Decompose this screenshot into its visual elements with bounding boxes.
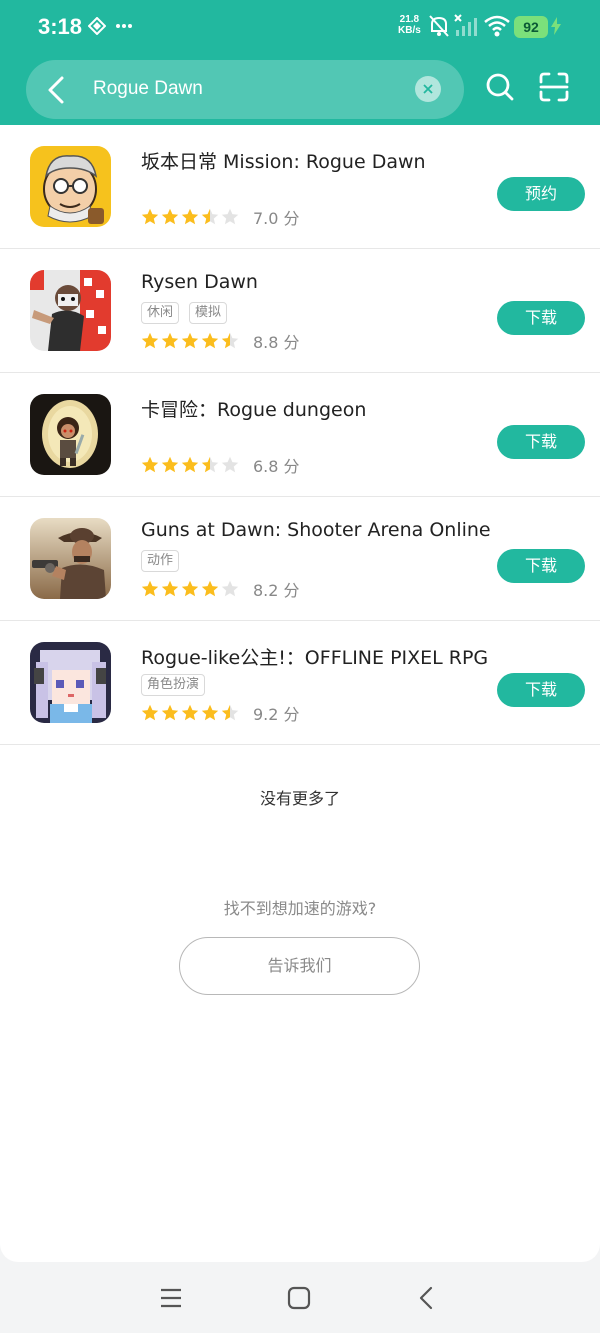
- old-man-cartoon-icon: [30, 146, 111, 227]
- star-icon: [141, 208, 159, 226]
- battery-level: 92: [514, 16, 548, 38]
- tag-list: 角色扮演: [141, 673, 215, 696]
- search-input[interactable]: Rogue Dawn: [93, 78, 203, 100]
- app-header: 3:18 21.8 KB/s 92 Rogue Dawn: [0, 0, 600, 125]
- download-button[interactable]: 下载: [497, 301, 585, 335]
- notifications-muted-icon: [428, 14, 450, 42]
- menu-icon[interactable]: [157, 1284, 185, 1312]
- star-icon: [201, 332, 219, 350]
- pixel-princess-icon: [30, 642, 111, 723]
- charging-bolt-icon: [551, 17, 561, 39]
- star-icon: [221, 332, 239, 350]
- star-icon: [181, 580, 199, 598]
- clear-search-button[interactable]: [415, 76, 441, 102]
- network-speed-unit: KB/s: [398, 25, 421, 36]
- tag-list: 动作: [141, 549, 189, 572]
- star-rating: [141, 580, 241, 598]
- cowboy-gunslinger-icon: [30, 518, 111, 599]
- search-bar[interactable]: Rogue Dawn: [26, 60, 464, 119]
- tag: 角色扮演: [141, 674, 206, 696]
- wifi-icon: [484, 15, 510, 41]
- results-panel: 坂本日常 Mission: Rogue Dawn 7.0 分 预约 Rysen …: [0, 125, 600, 1262]
- scan-icon[interactable]: [539, 72, 569, 102]
- tag-list: 休闲 模拟: [141, 301, 237, 324]
- rating: 8.2 分: [141, 577, 300, 601]
- network-speed-value: 21.8: [399, 14, 420, 25]
- app-title[interactable]: 卡冒险：Rogue dungeon: [141, 395, 366, 422]
- star-icon: [201, 580, 219, 598]
- score: 6.8 分: [253, 457, 300, 476]
- tag: 模拟: [189, 302, 228, 324]
- rating: 8.8 分: [141, 329, 300, 353]
- star-rating: [141, 208, 241, 226]
- star-icon: [161, 208, 179, 226]
- download-button[interactable]: 下载: [497, 673, 585, 707]
- feedback-prompt: 找不到想加速的游戏?: [223, 899, 377, 918]
- score: 8.2 分: [253, 581, 300, 600]
- star-rating: [141, 332, 241, 350]
- star-icon: [181, 704, 199, 722]
- star-icon: [221, 704, 239, 722]
- list-item[interactable]: Guns at Dawn: Shooter Arena Online 动作 8.…: [0, 497, 600, 621]
- list-item[interactable]: Rogue-like公主!：OFFLINE PIXEL RPG 角色扮演 9.2…: [0, 621, 600, 745]
- star-icon: [221, 456, 239, 474]
- score: 8.8 分: [253, 333, 300, 352]
- tag: 休闲: [141, 302, 180, 324]
- download-button[interactable]: 下载: [497, 425, 585, 459]
- star-icon: [141, 332, 159, 350]
- app-title[interactable]: Rogue-like公主!：OFFLINE PIXEL RPG: [141, 643, 488, 670]
- star-icon: [181, 208, 199, 226]
- star-icon: [201, 704, 219, 722]
- reserve-button[interactable]: 预约: [497, 177, 585, 211]
- star-icon: [201, 208, 219, 226]
- home-square-icon[interactable]: [285, 1284, 313, 1312]
- app-title[interactable]: Guns at Dawn: Shooter Arena Online: [141, 519, 491, 541]
- rating: 9.2 分: [141, 701, 300, 725]
- star-icon: [141, 704, 159, 722]
- status-bar: 3:18 21.8 KB/s 92: [0, 0, 600, 56]
- star-icon: [221, 580, 239, 598]
- app-title[interactable]: Rysen Dawn: [141, 271, 258, 293]
- search-icon[interactable]: [485, 72, 515, 102]
- list-item[interactable]: 卡冒险：Rogue dungeon 6.8 分 下载: [0, 373, 600, 497]
- download-button[interactable]: 下载: [497, 549, 585, 583]
- vpn-diamond-icon: [87, 16, 107, 39]
- tag: 动作: [141, 550, 180, 572]
- back-chevron-icon[interactable]: [413, 1284, 441, 1312]
- status-time: 3:18: [38, 14, 83, 39]
- tell-us-button[interactable]: 告诉我们: [179, 937, 420, 995]
- star-icon: [201, 456, 219, 474]
- no-more-label: 没有更多了: [259, 789, 340, 808]
- rating: 6.8 分: [141, 453, 300, 477]
- score: 7.0 分: [253, 209, 300, 228]
- app-title[interactable]: 坂本日常 Mission: Rogue Dawn: [141, 147, 426, 174]
- more-dots-icon: [116, 18, 132, 38]
- list-item[interactable]: Rysen Dawn 休闲 模拟 8.8 分 下载: [0, 249, 600, 373]
- star-icon: [141, 456, 159, 474]
- star-icon: [141, 580, 159, 598]
- star-icon: [161, 580, 179, 598]
- star-icon: [181, 456, 199, 474]
- clear-x-icon: [423, 84, 433, 94]
- rating: 7.0 分: [141, 205, 300, 229]
- masked-runner-icon: [30, 270, 111, 351]
- star-icon: [181, 332, 199, 350]
- star-rating: [141, 456, 241, 474]
- score: 9.2 分: [253, 705, 300, 724]
- dungeon-hero-icon: [30, 394, 111, 475]
- list-item[interactable]: 坂本日常 Mission: Rogue Dawn 7.0 分 预约: [0, 125, 600, 249]
- star-icon: [161, 332, 179, 350]
- star-icon: [221, 208, 239, 226]
- star-rating: [141, 704, 241, 722]
- back-arrow-icon[interactable]: [44, 75, 70, 105]
- star-icon: [161, 704, 179, 722]
- star-icon: [161, 456, 179, 474]
- cellular-signal-icon: [454, 14, 480, 42]
- network-speed: 21.8 KB/s: [398, 14, 421, 36]
- system-nav-bar: [0, 1262, 600, 1333]
